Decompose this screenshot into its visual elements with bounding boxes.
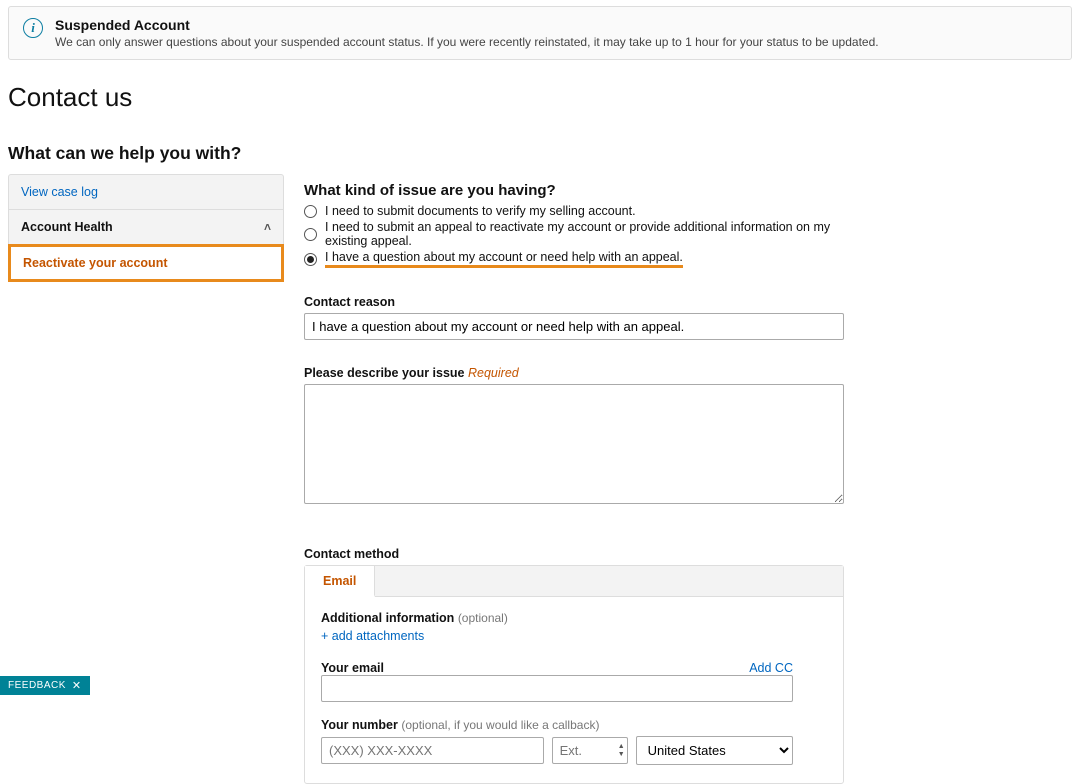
additional-info-label: Additional information [321,611,454,625]
add-cc-link[interactable]: Add CC [749,661,793,675]
radio-icon [304,205,317,218]
contact-reason-label: Contact reason [304,295,844,309]
feedback-tab[interactable]: FEEDBACK ✕ [0,676,90,695]
describe-label: Please describe your issue [304,366,465,380]
ext-input[interactable] [552,737,628,764]
phone-input[interactable] [321,737,544,764]
sidebar: View case log Account Health ˄ Reactivat… [8,174,284,282]
issue-option-label: I need to submit documents to verify my … [325,204,636,218]
issue-heading: What kind of issue are you having? [304,182,844,199]
issue-option-label: I need to submit an appeal to reactivate… [325,220,844,248]
contact-reason-input[interactable] [304,313,844,340]
info-icon: i [23,18,43,38]
required-text: Required [468,366,519,380]
add-attachments-link[interactable]: + add attachments [321,629,827,643]
describe-issue-textarea[interactable] [304,384,844,504]
issue-option-label: I have a question about my account or ne… [325,250,683,268]
stepper-icon[interactable]: ▲▼ [618,739,625,762]
suspended-account-alert: i Suspended Account We can only answer q… [8,6,1072,60]
radio-icon-checked [304,253,317,266]
contact-method-label: Contact method [304,547,844,561]
main-content: What kind of issue are you having? I nee… [304,174,864,784]
help-heading: What can we help you with? [8,143,1072,164]
close-icon[interactable]: ✕ [72,679,82,692]
tab-email[interactable]: Email [305,566,375,597]
describe-label-row: Please describe your issue Required [304,366,844,380]
your-number-optional: (optional, if you would like a callback) [401,718,599,732]
contact-method-box: Email Additional information (optional) … [304,565,844,784]
chevron-up-icon: ˄ [264,220,271,234]
your-number-label-row: Your number (optional, if you would like… [321,718,827,732]
your-email-input[interactable] [321,675,793,702]
issue-option-0[interactable]: I need to submit documents to verify my … [304,203,844,219]
radio-icon [304,228,317,241]
sidebar-section-label: Account Health [21,220,113,234]
country-select[interactable]: United States [636,736,793,765]
contact-method-tabs: Email [305,566,843,597]
page-title: Contact us [8,82,1072,113]
sidebar-item-reactivate-account[interactable]: Reactivate your account [8,244,284,282]
your-number-label: Your number [321,718,398,732]
alert-title: Suspended Account [55,17,879,33]
sidebar-section-account-health[interactable]: Account Health ˄ [9,210,283,245]
issue-option-1[interactable]: I need to submit an appeal to reactivate… [304,219,844,249]
your-email-label: Your email [321,661,384,675]
alert-body: We can only answer questions about your … [55,35,879,49]
additional-info-optional: (optional) [458,611,508,625]
issue-option-2[interactable]: I have a question about my account or ne… [304,249,844,269]
view-case-log-link[interactable]: View case log [9,175,283,210]
additional-info-label-row: Additional information (optional) [321,611,827,625]
feedback-label: FEEDBACK [8,680,66,691]
